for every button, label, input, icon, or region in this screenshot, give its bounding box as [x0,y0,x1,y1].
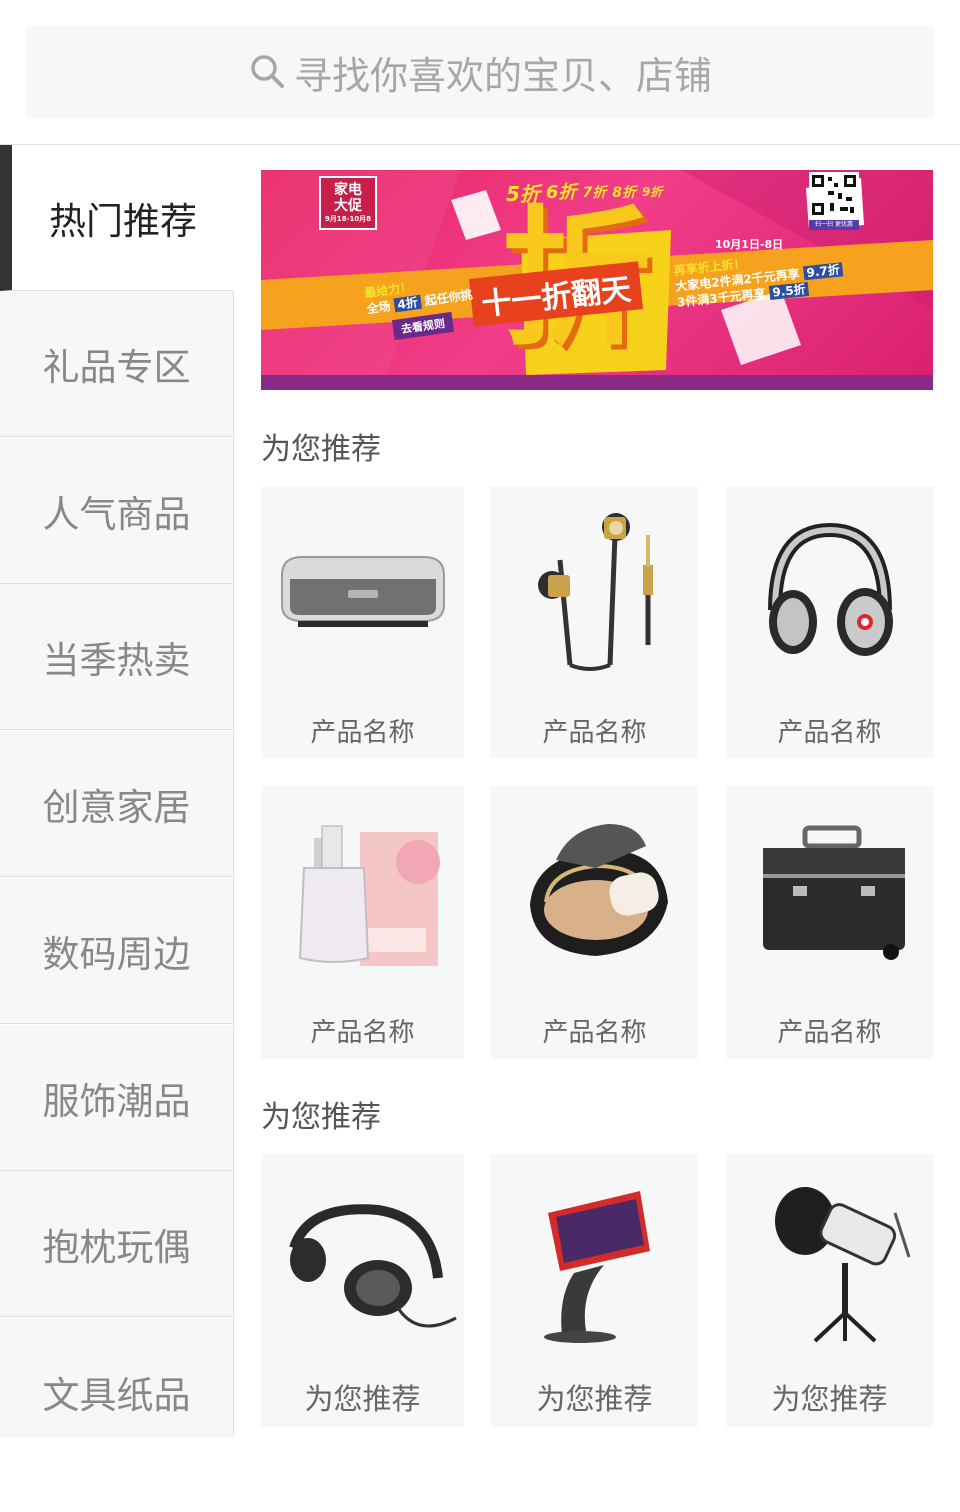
product-image [500,1158,690,1358]
qr-caption: 扫一扫 更优惠 [809,220,859,230]
product-card[interactable]: 为您推荐 [726,1154,933,1427]
product-card[interactable]: 产品名称 [261,486,464,758]
microphone-icon [774,1187,910,1343]
headphones-icon [767,522,893,656]
sidebar-item-gifts[interactable]: 礼品专区 [0,291,234,437]
sidebar-item-hot[interactable]: 热门推荐 [0,145,234,291]
category-sidebar: 热门推荐 礼品专区 人气商品 当季热卖 创意家居 数码周边 服饰潮品 抱枕玩偶 … [0,145,234,1512]
product-card[interactable]: 为您推荐 [491,1154,698,1427]
sidebar-item-label: 文具纸品 [42,1373,191,1417]
banner-right-badge2: 9.5折 [768,281,810,300]
sidebar-item-label: 抱枕玩偶 [42,1225,191,1269]
product-image [268,1158,458,1358]
search-icon [251,55,284,88]
promo-banner[interactable]: 家电 大促 9月18-10月8 5折 6折 7折 8折 9折 折 十一折翻天 最… [261,170,933,390]
product-image [735,790,925,990]
sidebar-item-digital[interactable]: 数码周边 [0,878,234,1024]
qr-code-icon [812,175,856,215]
sidebar-item-seasonal[interactable]: 当季热卖 [0,584,234,730]
product-card[interactable]: 产品名称 [491,486,698,758]
sidebar-item-label: 服饰潮品 [42,1079,191,1123]
product-card[interactable]: 产品名称 [491,786,698,1059]
banner-right-badge1: 9.7折 [802,262,844,281]
product-image [500,790,690,990]
wired-headphones-icon [288,1204,457,1328]
sidebar-spacer [0,1437,234,1512]
sidebar-item-plush[interactable]: 抱枕玩偶 [0,1171,234,1317]
product-card[interactable]: 产品名称 [726,786,933,1059]
sidebar-item-label: 创意家居 [42,785,191,829]
product-card[interactable]: 为您推荐 [261,1154,464,1427]
sidebar-item-popular[interactable]: 人气商品 [0,438,234,584]
product-name: 产品名称 [310,1018,415,1048]
product-name: 为您推荐 [536,1382,653,1416]
product-name: 产品名称 [542,1018,647,1048]
banner-date-range: 10月1日-8日 [715,238,784,251]
product-name: 产品名称 [542,718,647,748]
sidebar-item-stationery[interactable]: 文具纸品 [0,1318,234,1437]
perfume-icon [298,825,440,966]
product-name: 产品名称 [777,1018,882,1048]
search-area: 寻找你喜欢的宝贝、店铺 [0,0,960,145]
banner-badge-line1: 家电 [334,182,362,198]
sidebar-item-fashion[interactable]: 服饰潮品 [0,1025,234,1171]
product-name: 为您推荐 [771,1382,888,1416]
product-image [268,790,458,990]
speaker-icon [280,556,445,627]
qr-code[interactable] [809,172,859,218]
sidebar-item-label: 礼品专区 [42,345,191,389]
search-input[interactable]: 寻找你喜欢的宝贝、店铺 [26,26,934,118]
sidebar-item-label: 当季热卖 [42,638,191,682]
sidebar-item-label: 数码周边 [42,932,191,976]
earphones-icon [537,513,653,671]
sidebar-item-label: 人气商品 [42,492,191,536]
cosmetic-case-icon [762,825,905,960]
product-name: 为您推荐 [304,1382,421,1416]
product-name: 产品名称 [310,718,415,748]
sidebar-item-home[interactable]: 创意家居 [0,731,234,877]
product-image [735,490,925,690]
kiosk-icon [543,1191,650,1343]
banner-left-highlight: 4折 [393,294,422,313]
product-image [735,1158,925,1358]
product-image [268,490,458,690]
product-image [500,490,690,690]
banner-badge-dates: 9月18-10月8 [324,215,372,223]
compact-powder-icon [529,824,668,956]
section-title: 为您推荐 [261,432,381,467]
search-placeholder: 寻找你喜欢的宝贝、店铺 [293,53,712,98]
product-card[interactable]: 产品名称 [261,786,464,1059]
sidebar-item-label: 热门推荐 [49,199,197,243]
banner-left-line2: 全场 [365,299,392,317]
product-card[interactable]: 产品名称 [726,486,933,758]
product-name: 产品名称 [777,718,882,748]
banner-badge: 家电 大促 9月18-10月8 [319,176,377,230]
section-title: 为您推荐 [261,1100,381,1135]
banner-badge-line2: 大促 [334,198,362,214]
